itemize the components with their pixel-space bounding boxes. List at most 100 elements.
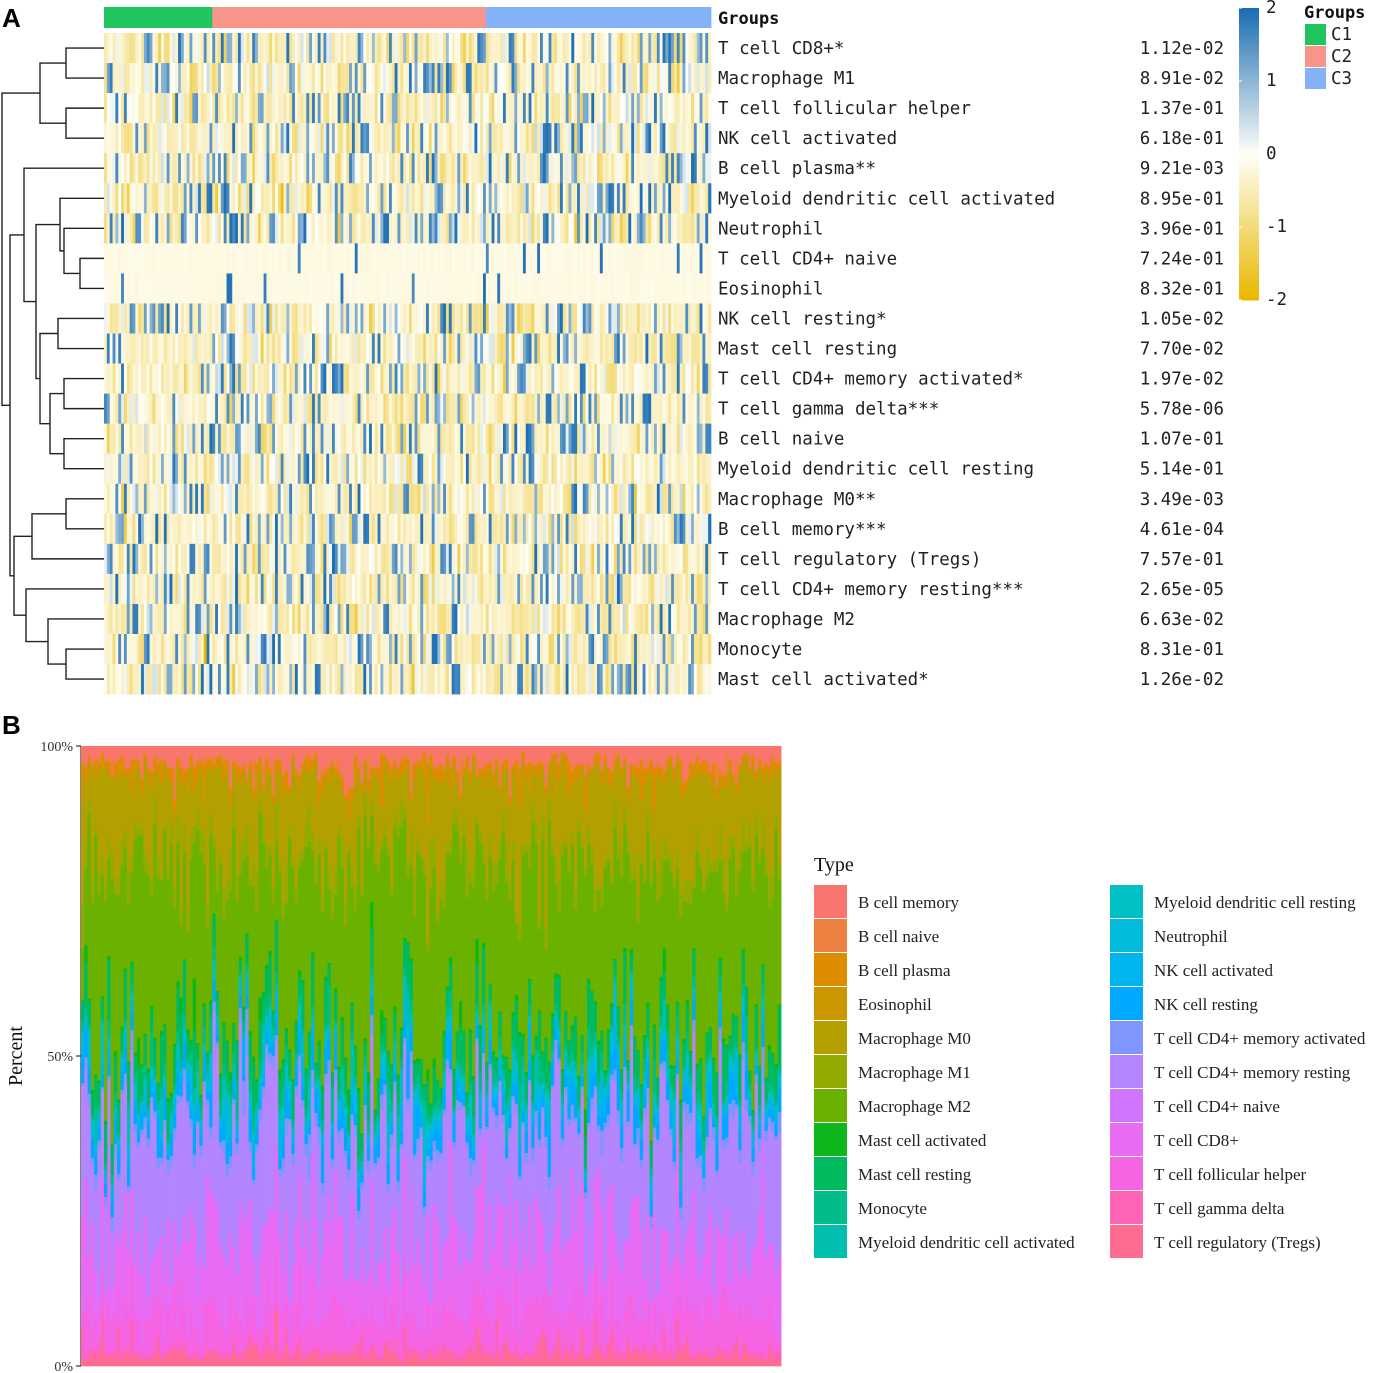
heatmap-cell (237, 63, 242, 94)
heatmap-cell (115, 363, 119, 394)
heatmap-cell (166, 243, 170, 274)
heatmap-cell (354, 93, 358, 124)
heatmap-cell (297, 33, 301, 64)
heatmap-cell (639, 634, 643, 665)
heatmap-cell (599, 483, 604, 515)
heatmap-cell (357, 363, 361, 394)
heatmap-cell (625, 603, 629, 635)
heatmap-cell (673, 483, 678, 515)
heatmap-cell (522, 273, 527, 304)
heatmap-cell (215, 573, 219, 605)
heatmap-cell (437, 573, 441, 605)
heatmap-cell (351, 634, 356, 665)
heatmap-cell (146, 333, 150, 364)
color-scale-segment (1239, 267, 1259, 272)
heatmap-cell (400, 303, 404, 334)
heatmap-cell (445, 153, 450, 184)
heatmap-cell (702, 123, 706, 154)
color-scale-segment (1239, 278, 1259, 283)
heatmap-cell (434, 63, 438, 94)
heatmap-cell (126, 664, 130, 695)
heatmap-cell (577, 603, 581, 635)
heatmap-cell (186, 213, 190, 244)
heatmap-cell (483, 273, 487, 304)
heatmap-cell (383, 513, 387, 545)
group-annotation-bar (104, 7, 712, 28)
heatmap-cell (206, 393, 210, 424)
heatmap-cell (537, 33, 541, 64)
heatmap-cell (215, 513, 219, 545)
heatmap-cell (648, 664, 652, 695)
color-scale-segment (1239, 289, 1259, 294)
heatmap-cell (679, 363, 683, 394)
heatmap-cell (394, 303, 398, 334)
heatmap-cell (263, 453, 267, 485)
heatmap-cell (691, 63, 695, 94)
heatmap-cell (146, 393, 150, 424)
heatmap-cell (172, 273, 176, 304)
heatmap-cell (594, 123, 598, 154)
heatmap-cell (394, 63, 398, 94)
heatmap-cell (297, 273, 301, 304)
heatmap-cell (500, 153, 504, 184)
heatmap-cell (283, 183, 287, 214)
heatmap-cell (118, 634, 122, 665)
heatmap-cell (411, 393, 415, 424)
heatmap-cell (329, 63, 333, 94)
heatmap-cell (394, 453, 398, 485)
heatmap-cell (346, 213, 350, 244)
heatmap-cell (280, 63, 284, 94)
heatmap-cell (240, 33, 244, 64)
bar-segment (90, 877, 95, 904)
heatmap-cell (628, 93, 632, 124)
heatmap-cell (166, 664, 170, 695)
heatmap-cell (571, 363, 575, 394)
heatmap-cell (591, 513, 595, 545)
heatmap-cell (383, 634, 387, 665)
heatmap-cell (420, 213, 424, 244)
color-scale-segment (1239, 263, 1259, 268)
heatmap-cell (283, 634, 287, 665)
heatmap-cell (671, 513, 675, 545)
heatmap-cell (679, 183, 683, 214)
heatmap-cell (542, 513, 547, 545)
heatmap-cell (294, 453, 299, 485)
heatmap-cell (175, 333, 179, 364)
heatmap-cell (668, 33, 672, 64)
heatmap-cell (252, 63, 256, 94)
heatmap-cell (309, 243, 313, 274)
heatmap-cell (135, 573, 139, 605)
heatmap-cell (175, 213, 179, 244)
heatmap-cell (688, 213, 692, 244)
heatmap-cell (243, 243, 247, 274)
heatmap-cell (212, 603, 216, 635)
heatmap-cell (597, 423, 601, 454)
heatmap-cell (705, 333, 709, 364)
heatmap-cell (294, 93, 299, 124)
heatmap-cell (605, 63, 609, 94)
heatmap-cell (220, 63, 225, 94)
heatmap-cell (334, 33, 339, 64)
heatmap-cell (169, 333, 173, 364)
heatmap-cell (209, 423, 213, 454)
heatmap-cell (257, 213, 262, 244)
heatmap-cell (129, 573, 133, 605)
heatmap-cell (471, 363, 475, 394)
heatmap-cell (274, 153, 279, 184)
heatmap-cell (354, 393, 358, 424)
heatmap-cell (334, 363, 339, 394)
heatmap-cell (320, 93, 324, 124)
heatmap-cell (237, 543, 242, 575)
heatmap-cell (152, 634, 156, 665)
heatmap-cell (477, 153, 481, 184)
heatmap-cell (443, 513, 447, 545)
heatmap-cell (559, 664, 564, 695)
heatmap-cell (688, 153, 692, 184)
heatmap-cell (551, 603, 555, 635)
heatmap-cell (628, 483, 632, 515)
heatmap-cell (454, 63, 458, 94)
heatmap-cell (329, 603, 333, 635)
heatmap-cell (169, 93, 173, 124)
heatmap-cell (203, 453, 207, 485)
heatmap-cell (306, 453, 310, 485)
